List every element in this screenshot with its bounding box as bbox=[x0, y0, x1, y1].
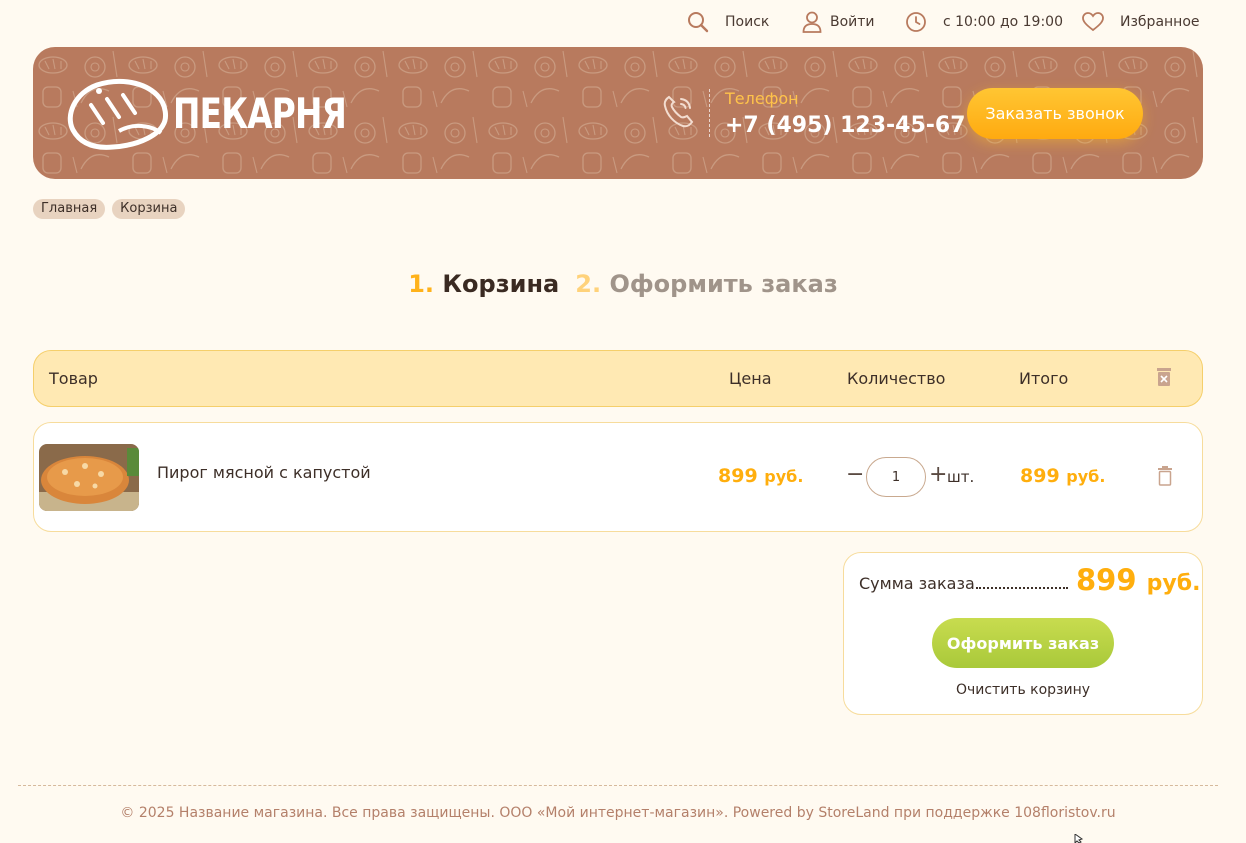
step-checkout[interactable]: 2. Оформить заказ bbox=[575, 270, 838, 298]
product-image[interactable] bbox=[39, 444, 139, 511]
top-utility-bar: Поиск Войти с 10:00 до 19:00 Избранное bbox=[0, 0, 1246, 44]
summary-label: Сумма заказа bbox=[859, 574, 975, 593]
working-hours: с 10:00 до 19:00 bbox=[905, 10, 1063, 34]
step-cart[interactable]: 1. Корзина bbox=[408, 270, 559, 298]
user-icon bbox=[802, 11, 822, 33]
column-total: Итого bbox=[1019, 369, 1069, 388]
item-total: 899 руб. bbox=[1020, 465, 1105, 487]
clock-icon bbox=[906, 12, 926, 32]
phone-label: Телефон bbox=[725, 89, 799, 108]
favorites-label: Избранное bbox=[1120, 14, 1200, 30]
summary-total-value: 899 bbox=[1076, 563, 1137, 597]
item-total-value: 899 bbox=[1020, 465, 1060, 487]
heart-icon bbox=[1082, 12, 1104, 32]
clear-cart-link[interactable]: Очистить корзину bbox=[844, 682, 1202, 698]
breadcrumb: Главная Корзина bbox=[33, 199, 186, 219]
breadcrumb-cart[interactable]: Корзина bbox=[112, 199, 186, 219]
site-logo[interactable]: ПЕКАРНЯ bbox=[63, 75, 395, 151]
quantity-increase-button[interactable]: + bbox=[929, 463, 947, 487]
phone-divider bbox=[709, 89, 710, 137]
clear-all-icon[interactable] bbox=[1156, 367, 1172, 387]
step-number: 1. bbox=[408, 270, 435, 298]
order-summary: Сумма заказа 899 руб. Оформить заказ Очи… bbox=[843, 552, 1203, 715]
search-link[interactable]: Поиск bbox=[687, 10, 769, 34]
login-label: Войти bbox=[830, 14, 875, 30]
item-price-value: 899 bbox=[718, 465, 758, 487]
search-label: Поиск bbox=[725, 14, 770, 30]
phone-number[interactable]: +7 (495) 123-45-67 bbox=[725, 113, 966, 138]
summary-dots bbox=[976, 587, 1068, 589]
product-name[interactable]: Пирог мясной с капустой bbox=[157, 463, 371, 482]
logo-text: ПЕКАРНЯ bbox=[173, 88, 347, 138]
cart-table-header: Товар Цена Количество Итого bbox=[33, 350, 1203, 407]
step-label: Корзина bbox=[442, 270, 560, 298]
hours-label: с 10:00 до 19:00 bbox=[943, 14, 1063, 30]
column-price: Цена bbox=[729, 369, 772, 388]
login-link[interactable]: Войти bbox=[802, 10, 875, 34]
summary-total: 899 руб. bbox=[1076, 563, 1200, 597]
breadcrumb-home[interactable]: Главная bbox=[33, 199, 106, 219]
item-price-currency: руб. bbox=[764, 467, 804, 486]
header-banner: ПЕКАРНЯ Телефон +7 (495) 123-45-67 Заказ… bbox=[33, 47, 1203, 179]
item-total-currency: руб. bbox=[1066, 467, 1106, 486]
cart-item-row: Пирог мясной с капустой 899 руб. − + шт.… bbox=[33, 422, 1203, 532]
step-number: 2. bbox=[575, 270, 602, 298]
summary-total-currency: руб. bbox=[1146, 571, 1201, 596]
item-price: 899 руб. bbox=[718, 465, 803, 487]
footer-divider bbox=[18, 785, 1218, 786]
callback-button[interactable]: Заказать звонок bbox=[967, 88, 1143, 139]
column-product: Товар bbox=[49, 369, 98, 388]
trash-icon[interactable] bbox=[1157, 466, 1173, 486]
bread-logo-icon bbox=[67, 78, 168, 150]
mouse-cursor-icon bbox=[1074, 834, 1084, 843]
checkout-button[interactable]: Оформить заказ bbox=[932, 618, 1114, 668]
search-icon bbox=[688, 12, 709, 33]
phone-icon bbox=[663, 95, 694, 128]
quantity-input[interactable] bbox=[866, 457, 926, 497]
footer-copyright: © 2025 Название магазина. Все права защи… bbox=[120, 805, 1116, 821]
quantity-decrease-button[interactable]: − bbox=[846, 463, 864, 487]
checkout-steps: 1. Корзина 2. Оформить заказ bbox=[0, 270, 1246, 298]
favorites-link[interactable]: Избранное bbox=[1082, 10, 1200, 34]
step-label: Оформить заказ bbox=[609, 270, 838, 298]
quantity-unit: шт. bbox=[947, 468, 975, 486]
column-quantity: Количество bbox=[847, 369, 946, 388]
